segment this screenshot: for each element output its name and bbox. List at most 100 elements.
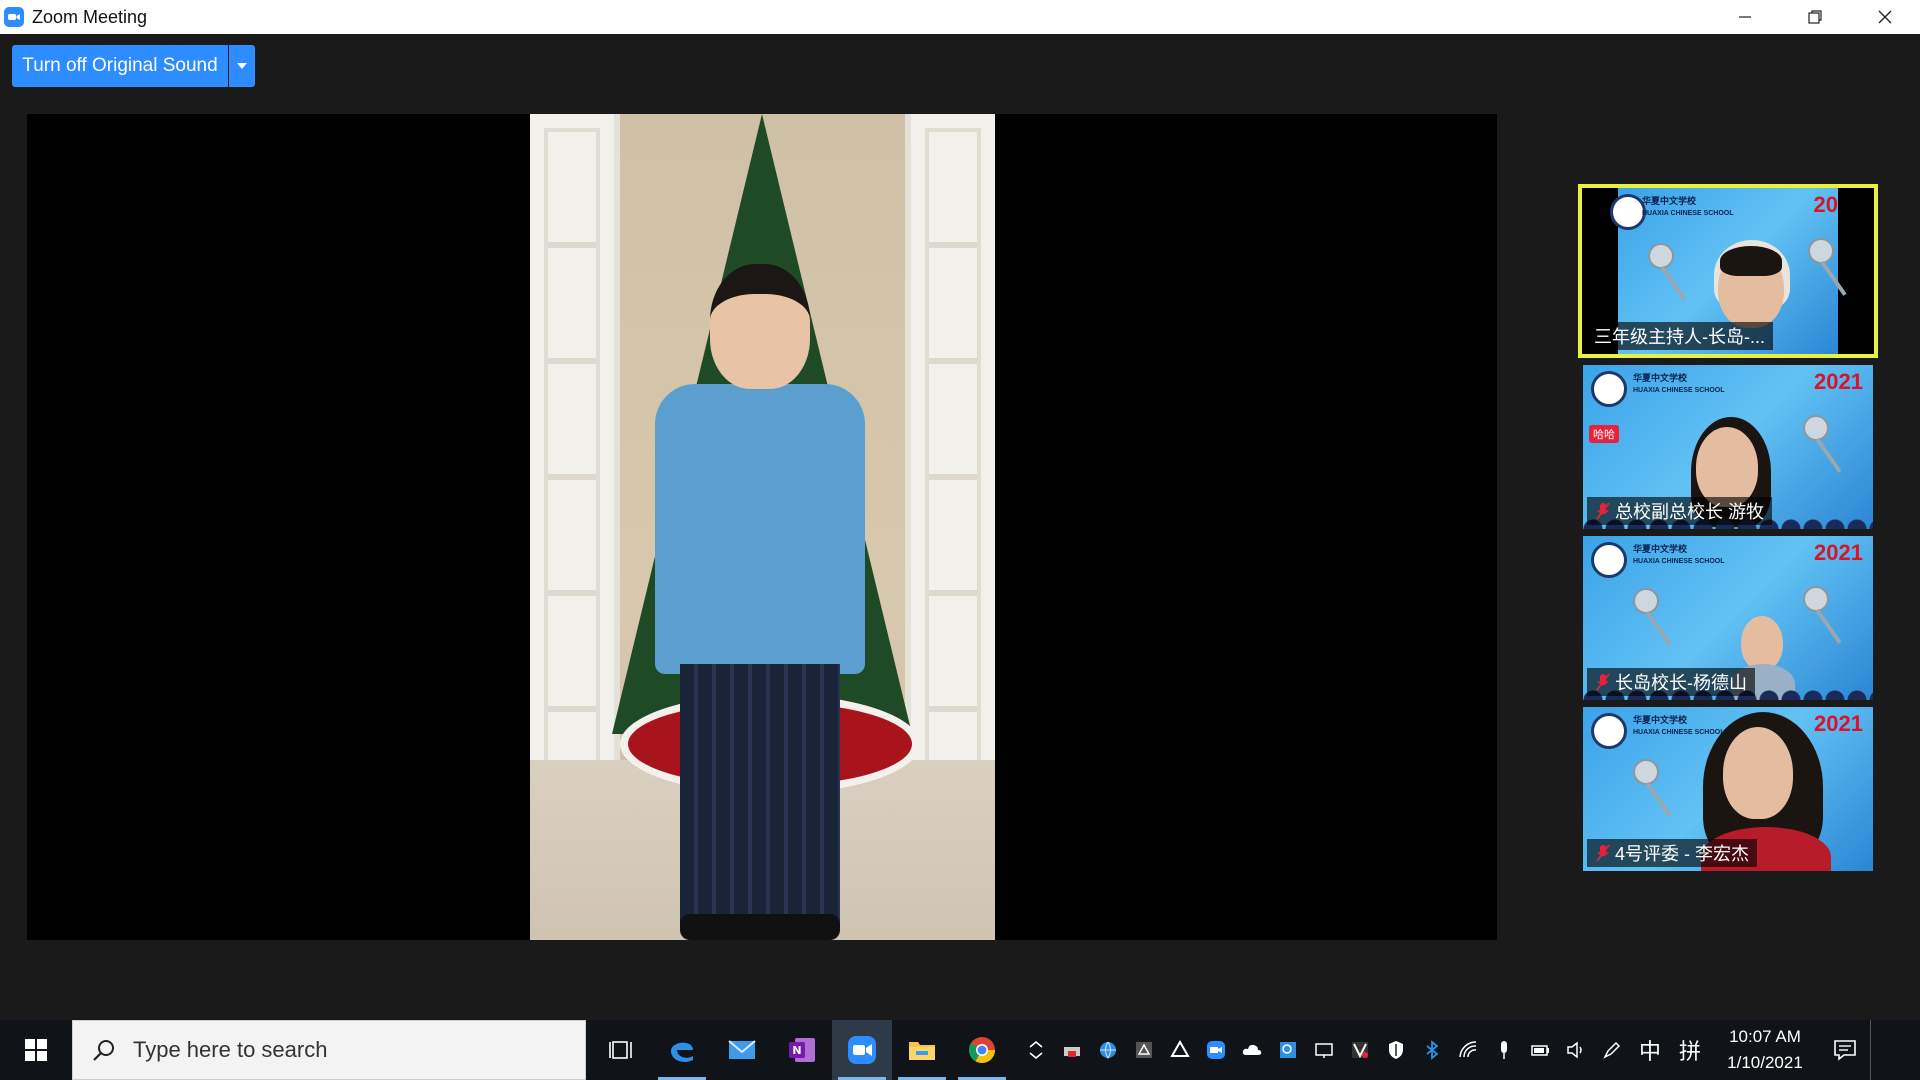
participant-name: 总校副总校长 游牧 xyxy=(1615,502,1765,522)
muted-mic-icon xyxy=(1595,844,1611,862)
main-video[interactable] xyxy=(27,114,1497,940)
person-head xyxy=(710,264,810,389)
drive-sync-tray-icon[interactable] xyxy=(1162,1020,1198,1080)
participant-gallery: 华夏中文学校 HUAXIA CHINESE SCHOOL 20 三年级主持人-长岛… xyxy=(1578,184,1878,878)
battery-tray-icon[interactable] xyxy=(1522,1020,1558,1080)
show-desktop-button[interactable] xyxy=(1870,1020,1878,1080)
close-icon xyxy=(1878,10,1892,24)
tile-year: 2021 xyxy=(1814,711,1863,736)
pen-tray-icon[interactable] xyxy=(1594,1020,1630,1080)
person-shoes xyxy=(680,914,840,940)
tile-school-cn: 华夏中文学校 xyxy=(1633,715,1688,725)
speaker-icon xyxy=(1567,1041,1582,1059)
bluetooth-tray-icon[interactable] xyxy=(1414,1020,1450,1080)
start-button[interactable] xyxy=(0,1020,72,1080)
participant-name: 4号评委 - 李宏杰 xyxy=(1615,844,1750,864)
participant-hair xyxy=(1720,246,1782,276)
vera-tray-icon[interactable] xyxy=(1342,1020,1378,1080)
participant-name-label: 长岛校长-杨德山 xyxy=(1587,668,1755,696)
search-input[interactable] xyxy=(133,1037,553,1063)
original-sound-dropdown[interactable] xyxy=(229,45,255,87)
mail-icon xyxy=(728,1040,756,1059)
microphone-tray-icon[interactable] xyxy=(1486,1020,1522,1080)
person-pants xyxy=(680,664,840,924)
participant-tile[interactable]: 华夏中文学校 HUAXIA CHINESE SCHOOL 2021 长岛校长-杨德… xyxy=(1583,536,1873,700)
school-logo-icon xyxy=(1591,371,1627,407)
chevron-up-icon xyxy=(1029,1040,1043,1060)
ime-mode-button[interactable]: 拼 xyxy=(1670,1020,1710,1080)
onenote-button[interactable]: N xyxy=(772,1020,832,1080)
school-logo-icon xyxy=(1610,194,1646,230)
drive-sync-icon xyxy=(1170,1039,1190,1057)
onedrive-tray-icon[interactable] xyxy=(1234,1020,1270,1080)
search-icon xyxy=(93,1040,114,1061)
tile-year: 20 xyxy=(1813,192,1838,217)
mail-button[interactable] xyxy=(712,1020,772,1080)
ime-language-button[interactable]: 中 xyxy=(1630,1020,1670,1080)
onenote-icon: N xyxy=(789,1038,815,1062)
action-center-button[interactable] xyxy=(1820,1020,1870,1080)
close-button[interactable] xyxy=(1850,0,1920,34)
volume-tray-icon[interactable] xyxy=(1558,1020,1594,1080)
chrome-button[interactable] xyxy=(952,1020,1012,1080)
file-explorer-icon xyxy=(909,1042,935,1060)
tile-school-cn: 华夏中文学校 xyxy=(1642,196,1697,206)
school-logo-icon xyxy=(1591,713,1627,749)
scan-icon xyxy=(1280,1042,1296,1058)
notification-icon xyxy=(1834,1040,1856,1061)
speaker-person xyxy=(655,264,865,940)
file-explorer-button[interactable] xyxy=(892,1020,952,1080)
taskbar-clock[interactable]: 10:07 AM 1/10/2021 xyxy=(1710,1020,1820,1080)
minimize-button[interactable] xyxy=(1710,0,1780,34)
edge-button[interactable] xyxy=(652,1020,712,1080)
battery-icon xyxy=(1531,1045,1549,1056)
display-tray-icon[interactable] xyxy=(1306,1020,1342,1080)
tile-year: 2021 xyxy=(1814,540,1863,565)
globe-icon xyxy=(1100,1041,1116,1059)
drive-tray-icon[interactable] xyxy=(1126,1020,1162,1080)
participant-name: 三年级主持人-长岛-... xyxy=(1594,327,1765,347)
globe-tray-icon[interactable] xyxy=(1090,1020,1126,1080)
school-logo-icon xyxy=(1591,542,1627,578)
clock-date: 1/10/2021 xyxy=(1727,1053,1803,1072)
original-sound-button[interactable]: Turn off Original Sound xyxy=(12,45,228,87)
microphone-icon xyxy=(1633,759,1659,785)
participant-tile[interactable]: 华夏中文学校 HUAXIA CHINESE SCHOOL 2021 4号评委 - … xyxy=(1583,707,1873,871)
task-view-icon xyxy=(609,1041,632,1059)
vpn-icon xyxy=(1352,1042,1368,1059)
cloud-icon xyxy=(1242,1044,1262,1055)
chrome-icon xyxy=(968,1037,996,1064)
window-controls xyxy=(1710,0,1920,34)
zoom-tray-icon[interactable] xyxy=(1198,1020,1234,1080)
person-shirt xyxy=(655,384,865,674)
muted-mic-icon xyxy=(1595,673,1611,691)
security-scan-tray-icon[interactable] xyxy=(1270,1020,1306,1080)
wifi-tray-icon[interactable] xyxy=(1450,1020,1486,1080)
defender-tray-icon[interactable] xyxy=(1378,1020,1414,1080)
pen-icon xyxy=(1603,1041,1621,1059)
window-title: Zoom Meeting xyxy=(32,6,148,27)
participant-name: 长岛校长-杨德山 xyxy=(1615,673,1747,693)
svg-text:N: N xyxy=(792,1044,801,1057)
participant-face xyxy=(1723,727,1793,819)
microphone-icon xyxy=(1803,586,1829,612)
task-view-button[interactable] xyxy=(592,1020,652,1080)
zoom-button[interactable] xyxy=(832,1020,892,1080)
show-hidden-icons-button[interactable] xyxy=(1018,1020,1054,1080)
participant-tile[interactable]: 华夏中文学校 HUAXIA CHINESE SCHOOL 2021 哈哈 总校副总… xyxy=(1583,365,1873,529)
display-icon xyxy=(1315,1043,1333,1058)
meeting-area: Turn off Original Sound 华夏中文学校 HUAXIA CHI… xyxy=(0,34,1920,1020)
taskbar-search[interactable] xyxy=(72,1020,586,1080)
tile-school-en: HUAXIA CHINESE SCHOOL xyxy=(1642,210,1734,217)
zoom-icon xyxy=(848,1036,876,1064)
restore-button[interactable] xyxy=(1780,0,1850,34)
shield-icon xyxy=(1389,1041,1403,1059)
printer-tray-icon[interactable] xyxy=(1054,1020,1090,1080)
microphone-icon xyxy=(1648,243,1674,269)
participant-name-label: 总校副总校长 游牧 xyxy=(1587,497,1773,525)
tile-badge: 哈哈 xyxy=(1589,425,1619,443)
participant-face xyxy=(1696,427,1758,507)
participant-tile[interactable]: 华夏中文学校 HUAXIA CHINESE SCHOOL 20 三年级主持人-长岛… xyxy=(1578,184,1878,358)
tile-school-cn: 华夏中文学校 xyxy=(1633,373,1688,383)
chevron-down-icon xyxy=(237,63,247,69)
